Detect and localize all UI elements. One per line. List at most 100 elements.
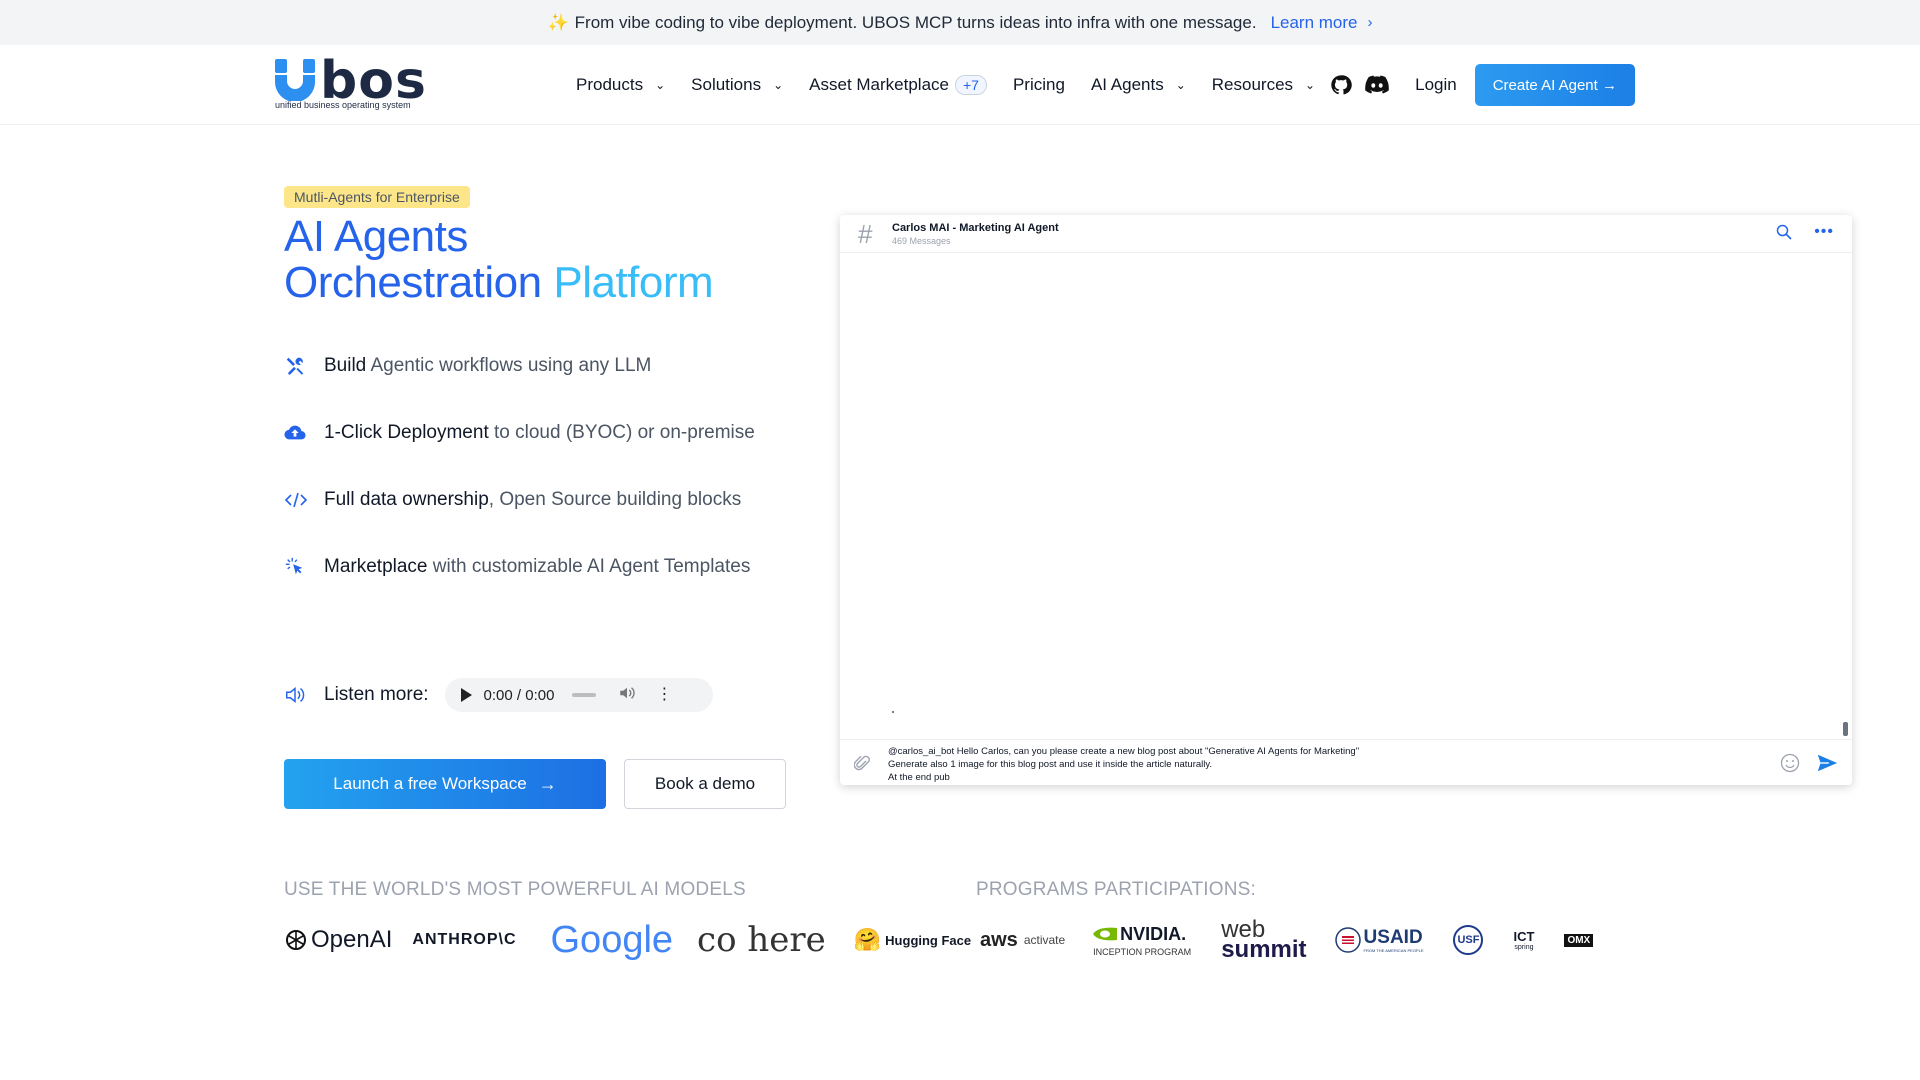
ict-text: ICT [1513,929,1535,944]
hero-title-line1: AI Agents [284,212,468,261]
usf-logo: USF [1453,925,1484,955]
feature-item: Marketplace with customizable AI Agent T… [284,551,784,582]
discord-icon[interactable] [1365,73,1389,97]
message-line: At the end pub [888,772,950,783]
openai-icon [286,930,306,950]
web-summit-logo: web summit [1221,918,1307,963]
aws-activate-text: activate [1023,933,1066,947]
chevron-down-icon: ⌄ [773,78,784,92]
chevron-right-icon[interactable]: › [1368,14,1373,31]
create-ai-agent-button[interactable]: Create AI Agent → [1474,64,1635,106]
nav-solutions-label: Solutions [691,75,762,94]
enterprise-pill: Mutli-Agents for Enterprise [284,186,470,208]
chat-window: # Carlos MAI - Marketing AI Agent 469 Me… [840,215,1852,785]
attachment-icon[interactable] [853,754,870,777]
search-icon[interactable] [1776,224,1792,245]
message-line: @carlos_ai_bot Hello Carlos, can you ple… [888,746,1360,757]
hugging-face-text: Hugging Face [885,932,972,948]
learn-more-link[interactable]: Learn more [1271,13,1358,33]
nvidia-inception-logo: NVIDIA. INCEPTION PROGRAM [1093,924,1191,957]
nvidia-eye-icon [1093,927,1118,941]
channel-hash-icon: # [858,219,873,249]
usaid-text: USAID [1363,926,1423,948]
google-logo: Google [551,919,674,962]
ubos-logo-mark [275,59,315,101]
scrollbar-thumb[interactable] [1843,722,1848,736]
hugging-face-icon: 🤗 [853,927,882,952]
ict-spring-logo: ICT spring [1513,929,1534,951]
usaid-seal-icon [1334,927,1361,953]
brand-tagline: unified business operating system [275,100,411,110]
main-nav: Products ⌄ Solutions ⌄ Asset Marketplace… [576,45,1635,125]
nvidia-row: NVIDIA. [1093,924,1186,945]
ict-spring-text: spring [1514,944,1534,951]
nvidia-text: NVIDIA. [1120,923,1187,944]
models-section-label: USE THE WORLD'S MOST POWERFUL AI MODELS [284,879,746,900]
usaid-text-group: USAID FROM THE AMERICAN PEOPLE [1363,926,1424,953]
send-icon[interactable] [1816,752,1838,779]
usf-text: USF [1453,925,1484,955]
feature-item: Build Agentic workflows using any LLM [284,350,784,381]
login-link[interactable]: Login [1415,75,1457,95]
chat-title: Carlos MAI - Marketing AI Agent [892,222,1059,234]
progress-slider[interactable] [572,693,597,697]
github-icon[interactable] [1329,73,1353,97]
nav-resources[interactable]: Resources ⌄ [1212,75,1315,95]
chevron-down-icon: ⌄ [655,78,666,92]
site-header: bos unified business operating system Pr… [0,45,1920,125]
nav-pricing[interactable]: Pricing [1013,75,1065,95]
book-demo-button[interactable]: Book a demo [624,759,786,809]
cloud-upload-icon [284,417,310,448]
programs-logo-row: aws activate NVIDIA. INCEPTION PROGRAM w… [980,915,1594,965]
arrow-right-icon: → [538,773,557,794]
speaker-icon [284,685,310,705]
chevron-down-icon: ⌄ [1175,78,1186,92]
feature-strong: Marketplace [324,556,428,577]
code-icon [284,484,310,515]
nav-solutions[interactable]: Solutions ⌄ [691,75,783,95]
nav-products[interactable]: Products ⌄ [576,75,665,95]
emoji-icon[interactable] [1780,753,1800,778]
marketplace-count-badge: +7 [955,75,987,95]
anthropic-text: ANTHROP\C [412,931,517,948]
feature-text: to cloud (BYOC) or on-premise [488,422,755,443]
feature-item: 1-Click Deployment to cloud (BYOC) or on… [284,417,784,448]
feature-item: Full data ownership, Open Source buildin… [284,484,784,515]
usaid-logo: USAID FROM THE AMERICAN PEOPLE [1334,926,1424,953]
usaid-subtext: FROM THE AMERICAN PEOPLE [1363,947,1424,953]
omx-text: OMX [1564,933,1594,947]
summit-text: summit [1221,936,1307,963]
hero-title-line2a: Orchestration [284,258,554,307]
nav-asset-marketplace[interactable]: Asset Marketplace +7 [809,75,987,95]
nav-pricing-label: Pricing [1012,75,1065,94]
nav-resources-label: Resources [1211,75,1294,94]
audio-player[interactable]: 0:00 / 0:00 ⋮ [444,678,713,712]
hero-title-line2b: Platform [553,258,714,307]
feature-text: Agentic workflows using any LLM [366,355,652,376]
anthropic-logo: ANTHROP\C [412,931,516,949]
message-line: Generate also 1 image for this blog post… [888,759,1213,770]
chat-dot [892,711,894,713]
ubos-logo[interactable]: bos unified business operating system [274,51,444,113]
cohere-logo: co here [697,920,826,960]
google-text: Google [550,918,674,961]
more-options-icon[interactable]: ⋮ [656,687,672,703]
cohere-text: co here [697,920,826,960]
message-input[interactable]: @carlos_ai_bot Hello Carlos, can you ple… [888,745,1748,784]
nav-marketplace-label: Asset Marketplace [809,75,949,94]
programs-section-label: PROGRAMS PARTICIPATIONS: [976,879,1256,900]
feature-list: Build Agentic workflows using any LLM 1-… [284,350,784,618]
announcement-bar: ✨ From vibe coding to vibe deployment. U… [0,0,1920,45]
play-icon[interactable] [460,688,472,702]
message-composer[interactable]: @carlos_ai_bot Hello Carlos, can you ple… [840,739,1852,785]
feature-text: , Open Source building blocks [488,489,742,510]
launch-workspace-label: Launch a free Workspace [333,774,527,793]
more-horizontal-icon[interactable]: ••• [1814,223,1834,241]
launch-workspace-button[interactable]: Launch a free Workspace → [284,759,606,809]
aws-text: aws [980,928,1018,951]
chevron-down-icon: ⌄ [1305,78,1316,92]
aws-activate-logo: aws activate [980,929,1065,952]
feature-strong: Full data ownership [324,489,489,510]
volume-icon[interactable] [618,685,636,705]
nav-ai-agents[interactable]: AI Agents ⌄ [1091,75,1186,95]
